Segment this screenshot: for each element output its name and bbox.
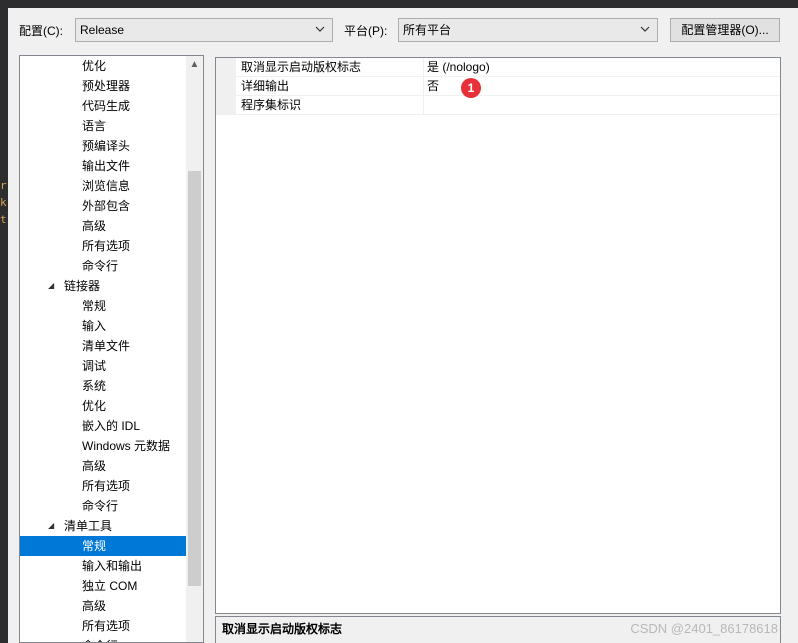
tree-item-label: 优化: [82, 59, 107, 73]
tree-item-label: 嵌入的 IDL: [82, 419, 141, 433]
property-name: 程序集标识: [241, 98, 302, 112]
tree-item[interactable]: 系统: [20, 376, 186, 396]
tree-item-label: 常规: [82, 539, 107, 553]
code-fragment: r k t: [0, 177, 8, 228]
column-divider: [423, 77, 424, 95]
expander-icon[interactable]: ◢: [48, 276, 54, 296]
settings-tree: 优化 预处理器 代码生成 语言 预编译头 输出文件 浏览信息 外部包含 高级 所有选项 命令行 ◢ 链接…: [19, 55, 204, 643]
scroll-up-icon[interactable]: ▲: [186, 56, 203, 73]
config-combobox[interactable]: Release: [75, 18, 333, 42]
tree-item-label: 命令行: [82, 636, 118, 642]
tree-item-label: 预处理器: [82, 79, 131, 93]
tree-item-label: 输入和输出: [82, 559, 143, 573]
chevron-down-icon: [315, 26, 325, 32]
tree-item-label: 高级: [82, 599, 107, 613]
tree-item[interactable]: 命令行: [20, 636, 186, 642]
tree-item-label: 预编译头: [82, 139, 131, 153]
tree-item[interactable]: 独立 COM: [20, 576, 186, 596]
annotation-badge: 1: [461, 78, 481, 98]
config-value: Release: [80, 23, 125, 37]
tree-item[interactable]: 常规: [20, 536, 186, 556]
tree-item-label: 高级: [82, 219, 107, 233]
tree-item[interactable]: 代码生成: [20, 96, 186, 116]
property-name: 取消显示启动版权标志: [241, 60, 362, 74]
tree-item-label: 输入: [82, 319, 107, 333]
tree-item-label: 调试: [82, 359, 107, 373]
code-fragment-line: t: [0, 213, 7, 226]
config-label: 配置(C):: [19, 24, 63, 38]
row-gutter: [216, 77, 236, 95]
tree-item-label: 浏览信息: [82, 179, 131, 193]
scrollbar-thumb[interactable]: [188, 171, 201, 586]
property-row[interactable]: 程序集标识: [216, 96, 780, 115]
tree-item-label: 输出文件: [82, 159, 131, 173]
tree-item-label: 链接器: [64, 279, 101, 293]
tree-item[interactable]: 所有选项: [20, 236, 186, 256]
tree-item[interactable]: 高级: [20, 596, 186, 616]
tree-item-label: 独立 COM: [82, 579, 138, 593]
property-grid: 取消显示启动版权标志 是 (/nologo) 详细输出 否 程序集标识: [215, 57, 781, 614]
tree-scrollbar[interactable]: ▲: [186, 56, 203, 642]
tree-item[interactable]: 调试: [20, 356, 186, 376]
tree-item-label: 高级: [82, 459, 107, 473]
tree-item[interactable]: 输入和输出: [20, 556, 186, 576]
tree-item[interactable]: 所有选项: [20, 616, 186, 636]
tree-item-label: 清单工具: [64, 519, 113, 533]
tree-item[interactable]: 浏览信息: [20, 176, 186, 196]
tree-item-label: 所有选项: [82, 619, 131, 633]
tree-item[interactable]: 高级: [20, 216, 186, 236]
tree-item-label: 代码生成: [82, 99, 131, 113]
tree-item[interactable]: 外部包含: [20, 196, 186, 216]
property-row[interactable]: 取消显示启动版权标志 是 (/nologo): [216, 58, 780, 77]
tree-item[interactable]: 优化: [20, 396, 186, 416]
tree-item-label: Windows 元数据: [82, 439, 171, 453]
background-top-strip: [0, 0, 798, 8]
tree-item-label: 常规: [82, 299, 107, 313]
row-gutter: [216, 96, 236, 114]
platform-combobox[interactable]: 所有平台: [398, 18, 658, 42]
platform-value: 所有平台: [403, 23, 452, 37]
tree-item[interactable]: Windows 元数据: [20, 436, 186, 456]
tree-item[interactable]: 优化: [20, 56, 186, 76]
tree-item-label: 外部包含: [82, 199, 131, 213]
column-divider: [423, 96, 424, 114]
tree-item-label: 所有选项: [82, 479, 131, 493]
code-fragment-line: k: [0, 196, 7, 209]
tree-item[interactable]: 清单文件: [20, 336, 186, 356]
watermark: CSDN @2401_86178618: [630, 621, 778, 636]
tree-item[interactable]: 常规: [20, 296, 186, 316]
chevron-down-icon: [640, 26, 650, 32]
description-title: 取消显示启动版权标志: [222, 622, 343, 636]
code-fragment-line: r: [0, 179, 7, 192]
expander-icon[interactable]: ◢: [48, 516, 54, 536]
tree-item-label: 系统: [82, 379, 107, 393]
tree-item[interactable]: 预处理器: [20, 76, 186, 96]
tree-item-label: 命令行: [82, 259, 119, 273]
tree-item[interactable]: 高级: [20, 456, 186, 476]
tree-item-label: 命令行: [82, 499, 119, 513]
tree-item-label: 清单文件: [82, 339, 131, 353]
tree-item[interactable]: 语言: [20, 116, 186, 136]
tree-item-label: 语言: [82, 119, 107, 133]
background-left-strip: [0, 0, 8, 643]
platform-label: 平台(P):: [344, 24, 388, 38]
property-row[interactable]: 详细输出 否: [216, 77, 780, 96]
property-value[interactable]: 否: [427, 79, 439, 94]
tree-item[interactable]: 预编译头: [20, 136, 186, 156]
tree-item[interactable]: 输入: [20, 316, 186, 336]
tree-item[interactable]: 命令行: [20, 496, 186, 516]
property-value[interactable]: 是 (/nologo): [427, 60, 490, 75]
config-manager-button[interactable]: 配置管理器(O)...: [670, 18, 780, 42]
tree-item[interactable]: 命令行: [20, 256, 186, 276]
tree-item[interactable]: ◢ 清单工具: [20, 516, 186, 536]
tree-item[interactable]: ◢ 链接器: [20, 276, 186, 296]
column-divider: [423, 58, 424, 76]
tree-item-label: 优化: [82, 399, 107, 413]
tree-item[interactable]: 所有选项: [20, 476, 186, 496]
row-gutter: [216, 58, 236, 76]
tree-item[interactable]: 输出文件: [20, 156, 186, 176]
tree-item-label: 所有选项: [82, 239, 131, 253]
property-name: 详细输出: [241, 79, 290, 93]
tree-item[interactable]: 嵌入的 IDL: [20, 416, 186, 436]
